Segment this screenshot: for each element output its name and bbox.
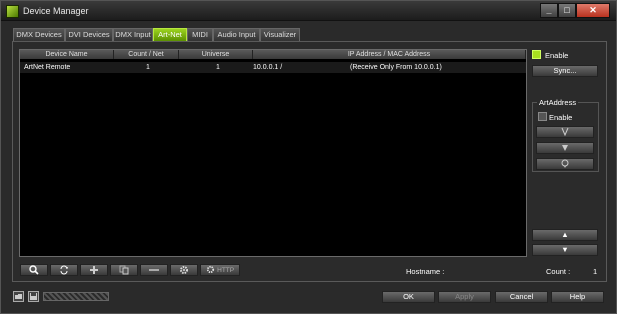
enable-label: Enable — [545, 51, 569, 60]
progress-bar — [43, 292, 109, 301]
artaddress-enable-checkbox[interactable] — [538, 112, 547, 121]
move-up-button[interactable]: ▲ — [532, 229, 598, 241]
artaddress-3-icon — [561, 159, 569, 168]
remove-button[interactable] — [140, 264, 168, 276]
tab-dmx-devices[interactable]: DMX Devices — [13, 28, 65, 41]
cell-universe: 1 — [216, 64, 220, 71]
tab-dvi-devices[interactable]: DVI Devices — [65, 28, 113, 41]
window-title: Device Manager — [23, 6, 89, 16]
search-button[interactable] — [20, 264, 48, 276]
artaddress-2-icon — [562, 145, 568, 151]
add-button[interactable] — [80, 264, 108, 276]
table-row[interactable]: ArtNet Remote 1 1 10.0.0.1 / (Receive On… — [20, 62, 526, 73]
http-settings-button[interactable]: HTTP — [200, 264, 240, 276]
minimize-button[interactable]: _ — [540, 3, 558, 18]
remove-icon — [149, 269, 159, 271]
artaddress-1-icon — [561, 127, 569, 137]
refresh-icon — [60, 265, 68, 275]
close-button[interactable]: ✕ — [576, 3, 610, 18]
title-bar[interactable]: Device Manager _ □ ✕ — [1, 1, 616, 21]
refresh-button[interactable] — [50, 264, 78, 276]
count-value: 1 — [593, 267, 598, 276]
app-icon — [6, 5, 19, 18]
copy-button[interactable] — [110, 264, 138, 276]
sync-button[interactable]: Sync... — [532, 65, 598, 77]
tab-midi[interactable]: MIDI — [187, 28, 213, 41]
count-label: Count : — [546, 267, 571, 276]
tab-visualizer[interactable]: Visualizer — [260, 28, 300, 41]
search-icon — [29, 265, 39, 275]
artaddress-button-3[interactable] — [536, 158, 594, 170]
cell-mac-address: (Receive Only From 10.0.0.1) — [350, 64, 442, 71]
http-settings-icon — [206, 266, 214, 274]
column-header-count-net[interactable]: Count / Net — [114, 50, 179, 59]
tab-audio-input[interactable]: Audio Input — [213, 28, 260, 41]
tab-dmx-input[interactable]: DMX Input — [113, 28, 153, 41]
tab-art-net[interactable]: Art-Net — [153, 28, 187, 41]
settings-icon — [180, 266, 188, 274]
help-button[interactable]: Help — [551, 291, 604, 303]
cell-device-name: ArtNet Remote — [24, 64, 71, 71]
settings-button[interactable] — [170, 264, 198, 276]
device-manager-window: Device Manager _ □ ✕ DMX Devices DVI Dev… — [0, 0, 617, 314]
save-icon[interactable] — [28, 291, 39, 302]
ok-button[interactable]: OK — [382, 291, 435, 303]
http-label: HTTP — [217, 267, 235, 274]
column-header-universe[interactable]: Universe — [179, 50, 253, 59]
copy-icon — [119, 265, 129, 275]
apply-button[interactable]: Apply — [438, 291, 491, 303]
cancel-button[interactable]: Cancel — [495, 291, 548, 303]
add-icon — [90, 266, 98, 274]
maximize-button[interactable]: □ — [558, 3, 576, 18]
artaddress-button-1[interactable] — [536, 126, 594, 138]
cell-ip-address: 10.0.0.1 / — [253, 64, 283, 71]
open-folder-icon[interactable] — [13, 291, 24, 302]
enable-checkbox[interactable] — [532, 50, 541, 59]
device-table[interactable]: Device Name Count / Net Universe IP Addr… — [19, 49, 527, 257]
hostname-label: Hostname : — [406, 267, 445, 276]
cell-count-net: 1 — [146, 64, 150, 71]
artaddress-button-2[interactable] — [536, 142, 594, 154]
column-header-ip-address[interactable]: IP Address / MAC Address — [253, 50, 526, 59]
artaddress-title: ArtAddress — [537, 98, 579, 107]
column-header-device-name[interactable]: Device Name — [20, 50, 114, 59]
move-down-button[interactable]: ▼ — [532, 244, 598, 256]
artaddress-enable-label: Enable — [549, 113, 573, 122]
